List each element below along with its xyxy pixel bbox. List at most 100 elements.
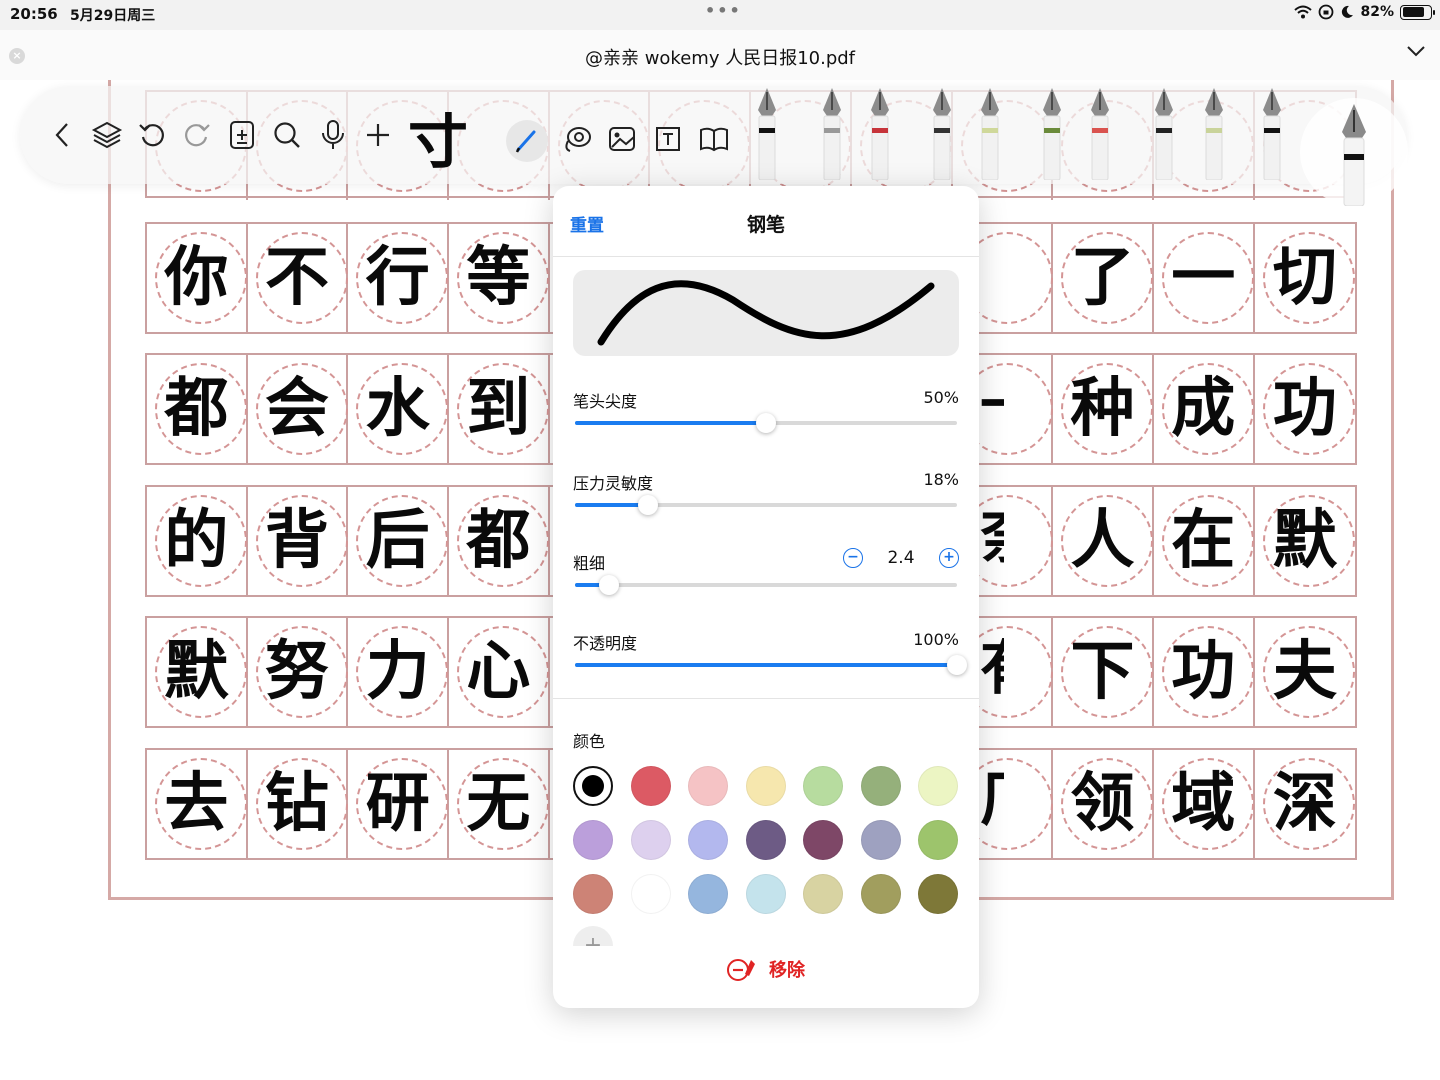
character-cell: 在 <box>1154 487 1255 595</box>
increase-button[interactable]: + <box>939 548 959 568</box>
slider-value: 100% <box>913 630 959 649</box>
color-swatch[interactable] <box>803 766 843 806</box>
slider-label: 压力灵敏度 <box>573 474 654 493</box>
search-icon[interactable] <box>270 118 304 152</box>
color-swatch[interactable] <box>630 820 671 860</box>
slider-track[interactable] <box>575 655 967 675</box>
color-swatch[interactable] <box>745 820 786 860</box>
color-swatch[interactable] <box>860 874 901 914</box>
color-swatch[interactable] <box>745 874 786 914</box>
slider-track[interactable] <box>575 413 957 433</box>
microphone-icon[interactable] <box>316 118 350 152</box>
tip-sharpness-slider[interactable]: 笔头尖度 50% <box>573 388 959 448</box>
text-box-icon[interactable] <box>651 122 685 156</box>
page-icon[interactable] <box>225 118 259 152</box>
book-icon[interactable] <box>697 122 731 156</box>
character-cell: 你 <box>147 224 248 332</box>
character: 人 <box>1070 504 1135 578</box>
pen-tool[interactable] <box>920 84 964 180</box>
remove-pen-icon <box>727 959 755 981</box>
color-swatch[interactable] <box>745 766 786 806</box>
color-swatch[interactable] <box>688 874 728 914</box>
pen-tool[interactable] <box>1192 84 1236 180</box>
battery-icon <box>1400 4 1435 20</box>
multitasking-dots[interactable]: ••• <box>705 1 742 20</box>
character-cell: 心 <box>449 618 550 726</box>
color-swatch[interactable] <box>803 820 843 860</box>
back-icon[interactable] <box>46 118 80 152</box>
slider-label: 粗细 <box>573 554 606 573</box>
battery-level <box>1402 7 1425 17</box>
pen-tool[interactable] <box>1250 84 1294 180</box>
character-cell: 都 <box>147 355 248 463</box>
character-cell: 默 <box>1255 487 1356 595</box>
character-cell: 都 <box>449 487 550 595</box>
character-cell: 功 <box>1154 618 1255 726</box>
remove-button[interactable]: 移除 <box>553 956 979 982</box>
pen-settings-popover: 重置 钢笔 笔头尖度 50% 压力灵敏度 18% 粗细 − 2.4 + 不透明度… <box>553 186 979 1008</box>
pen-tool[interactable] <box>1078 84 1122 180</box>
wifi-icon <box>1294 5 1313 19</box>
color-swatch[interactable] <box>688 820 728 860</box>
color-swatch[interactable] <box>918 874 958 914</box>
thickness-stepper: − 2.4 + <box>843 548 959 568</box>
document-title[interactable]: @亲亲 wokemy 人民日报10.pdf <box>0 44 1440 70</box>
slider-thumb[interactable] <box>637 495 658 515</box>
slider-thumb[interactable] <box>947 655 967 675</box>
color-swatch[interactable] <box>803 874 843 914</box>
chevron-down-icon[interactable] <box>1406 44 1426 58</box>
character-cell: 钻 <box>248 750 349 858</box>
pressure-sensitivity-slider[interactable]: 压力灵敏度 18% <box>573 470 959 530</box>
color-swatch[interactable] <box>630 874 671 914</box>
lasso-icon[interactable] <box>560 122 594 156</box>
slider-fill <box>575 503 648 507</box>
partial-character: 厂 <box>980 770 1004 830</box>
selected-fountain-pen[interactable] <box>1300 98 1408 207</box>
character-cell: 成 <box>1154 355 1255 463</box>
color-swatch[interactable] <box>918 766 958 806</box>
add-color-button[interactable]: + <box>573 926 613 946</box>
opacity-slider[interactable]: 不透明度 100% <box>573 630 967 690</box>
color-swatch[interactable] <box>860 820 901 860</box>
slider-track[interactable] <box>575 575 957 595</box>
character: 不 <box>265 241 330 315</box>
character-cell: 了 <box>1053 224 1154 332</box>
slider-track[interactable] <box>575 495 957 515</box>
pencil-tool-icon[interactable] <box>506 120 548 162</box>
character: 了 <box>1070 241 1135 315</box>
color-swatch[interactable] <box>573 874 613 914</box>
character: 水 <box>365 372 430 446</box>
remove-label: 移除 <box>769 960 805 981</box>
redo-icon[interactable] <box>180 118 214 152</box>
character: 背 <box>265 504 330 578</box>
add-icon[interactable] <box>361 118 395 152</box>
color-swatch[interactable] <box>860 766 901 806</box>
color-swatch[interactable] <box>918 820 958 860</box>
character-cell: 功 <box>1255 355 1356 463</box>
plus-icon: + <box>573 926 613 946</box>
image-icon[interactable] <box>605 122 639 156</box>
undo-icon[interactable] <box>135 118 169 152</box>
character: 后 <box>365 504 430 578</box>
slider-thumb[interactable] <box>599 575 620 595</box>
pen-tool[interactable] <box>858 84 902 180</box>
pen-tool[interactable] <box>810 84 854 180</box>
color-swatch[interactable] <box>630 766 671 806</box>
slider-thumb[interactable] <box>756 413 776 433</box>
thickness-slider[interactable]: 粗细 − 2.4 + <box>573 548 959 610</box>
pen-tool[interactable] <box>968 84 1012 180</box>
color-swatch[interactable] <box>573 766 613 806</box>
status-time: 20:56 <box>10 5 58 23</box>
partial-character: 柰 <box>980 507 1004 567</box>
character: 研 <box>365 767 430 841</box>
status-bar: 20:56 5月29日周三 ••• 82% <box>0 0 1440 30</box>
pen-tool[interactable] <box>1142 84 1186 180</box>
pen-tool[interactable] <box>1030 84 1074 180</box>
status-date: 5月29日周三 <box>70 8 156 24</box>
layers-icon[interactable] <box>90 118 124 152</box>
color-swatch[interactable] <box>688 766 728 806</box>
decrease-button[interactable]: − <box>843 548 863 568</box>
color-swatch[interactable] <box>573 820 613 860</box>
pen-tool[interactable] <box>745 84 789 180</box>
character-cell: 下 <box>1053 618 1154 726</box>
